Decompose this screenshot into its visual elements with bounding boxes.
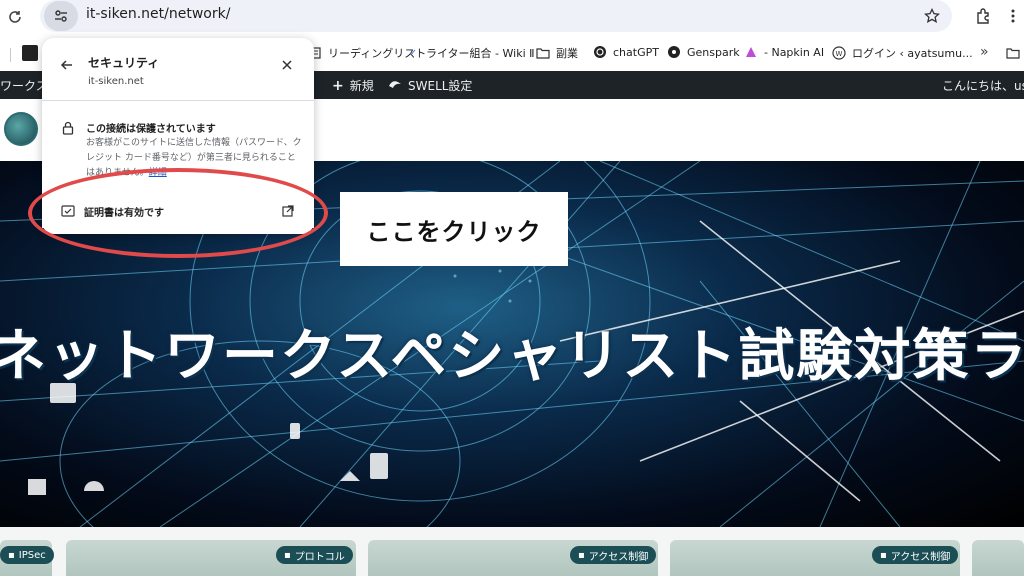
bookmark-login[interactable]: W ログイン ‹ ayatsumu...	[832, 45, 973, 61]
swell-icon	[388, 78, 402, 93]
menu-kebab-icon[interactable]	[1006, 6, 1020, 26]
folder-icon: ▪	[284, 549, 291, 561]
adminbar-new-label: 新規	[349, 79, 374, 93]
close-icon[interactable]	[278, 56, 296, 74]
lock-icon	[60, 120, 76, 136]
bookmark-label: ライター組合 - Wiki Ⅱ	[426, 47, 535, 60]
adminbar-swell[interactable]: SWELL設定	[388, 77, 472, 94]
browser-toolbar: it-siken.net/network/	[0, 0, 1024, 34]
wiki-icon: ✓	[408, 47, 418, 59]
url-text[interactable]: it-siken.net/network/	[86, 6, 230, 22]
site-logo[interactable]	[4, 112, 38, 146]
bookmark-label: Genspark	[687, 45, 740, 59]
bookmark-fukugyo[interactable]: 副業	[536, 45, 578, 61]
tune-icon	[55, 10, 67, 22]
connection-status-title: この接続は保護されています	[86, 124, 216, 135]
popup-title: セキュリティ	[88, 56, 160, 70]
category-tag[interactable]: ▪ プロトコル	[276, 546, 353, 564]
adminbar-account[interactable]: こんにちは、use	[942, 77, 1024, 94]
napkin-icon	[744, 45, 758, 59]
highlight-oval	[28, 168, 328, 258]
popup-domain: it-siken.net	[88, 76, 144, 87]
annotation-label: ここをクリック	[340, 192, 568, 266]
site-info-button[interactable]	[44, 1, 78, 31]
post-card[interactable]	[972, 540, 1024, 576]
category-tag[interactable]: ▪ アクセス制御	[570, 546, 657, 564]
extensions-icon[interactable]	[974, 6, 994, 26]
folder-icon: ▪	[8, 549, 15, 561]
bookmark-divider	[10, 48, 11, 62]
wordpress-icon: W	[832, 46, 846, 60]
bookmark-star-icon[interactable]	[922, 6, 942, 26]
bookmark-label: chatGPT	[613, 45, 659, 59]
bookmark-genspark[interactable]: Genspark	[667, 45, 740, 59]
svg-text:W: W	[836, 50, 843, 58]
adminbar-new[interactable]: + 新規	[332, 77, 374, 94]
chatgpt-icon	[593, 45, 607, 59]
more-bookmarks-icon[interactable]: »	[980, 44, 989, 60]
category-tag-label: アクセス制御	[588, 551, 649, 563]
category-tag-label: プロトコル	[294, 551, 345, 563]
bookmark-label: - Napkin AI	[764, 45, 825, 59]
adminbar-site-name[interactable]: ワークス	[0, 77, 48, 94]
reload-icon[interactable]	[4, 6, 26, 28]
folder-icon: ▪	[578, 549, 585, 561]
hero-title: ネットワークスペシャリスト試験対策ラボ	[0, 324, 1024, 389]
popup-divider	[42, 100, 314, 101]
bookmark-wiki[interactable]: ✓ ライター組合 - Wiki Ⅱ	[406, 45, 535, 61]
bookmark-label: 副業	[556, 47, 578, 60]
category-tag[interactable]: ▪ IPSec	[0, 546, 54, 564]
folder-icon: ▪	[880, 549, 887, 561]
category-tag-label: IPSec	[18, 549, 46, 561]
adminbar-swell-label: SWELL設定	[408, 79, 473, 93]
bookmark-logo-icon[interactable]	[22, 45, 38, 61]
category-tag-label: アクセス制御	[890, 551, 951, 563]
adminbar-greeting: こんにちは、use	[942, 79, 1024, 93]
genspark-icon	[667, 45, 681, 59]
browser-window: it-siken.net/network/ リーディングリスト ✓ ライター組合…	[0, 0, 1024, 576]
all-bookmarks-folder-icon[interactable]	[1006, 44, 1020, 63]
plus-icon: +	[332, 77, 344, 94]
bookmark-chatgpt[interactable]: chatGPT	[593, 45, 659, 59]
folder-icon	[536, 46, 550, 60]
bookmark-napkin[interactable]: - Napkin AI	[744, 45, 824, 59]
bookmark-label: ログイン ‹ ayatsumu...	[852, 47, 973, 60]
adminbar-site-label: ワークス	[0, 79, 48, 93]
category-tag[interactable]: ▪ アクセス制御	[872, 546, 959, 564]
back-arrow-icon[interactable]	[58, 56, 76, 74]
